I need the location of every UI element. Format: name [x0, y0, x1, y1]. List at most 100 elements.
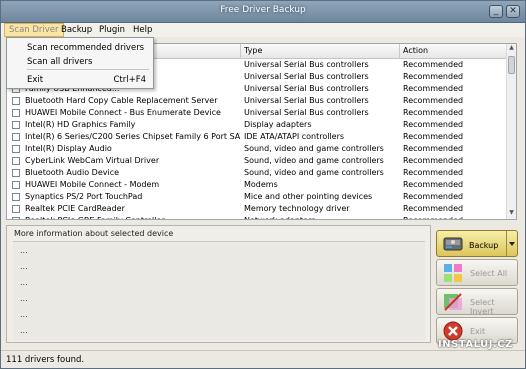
cell-type: Sound, video and game controllers [244, 156, 384, 165]
table-row[interactable]: HUAWEI Mobile Connect - Bus Enumerate De… [7, 107, 507, 119]
cell-action: Recommended [403, 215, 503, 219]
cell-name: Bluetooth Audio Device [25, 168, 120, 177]
chevron-down-icon [509, 242, 515, 246]
cell-action: Recommended [403, 156, 464, 165]
scroll-down-icon[interactable]: ▼ [507, 209, 516, 219]
scroll-up-icon[interactable]: ▲ [507, 44, 516, 54]
close-button[interactable]: ✕ [506, 5, 520, 18]
menu-item-shortcut: Ctrl+F4 [113, 75, 146, 85]
backup-dropdown-toggle[interactable] [506, 231, 517, 256]
row-checkbox[interactable] [12, 157, 20, 165]
menu-separator [27, 69, 149, 70]
menu-scan-driver[interactable]: Scan Driver [4, 23, 64, 37]
table-row[interactable]: CyberLink WebCam Virtual Driver Sound, vi… [7, 155, 507, 167]
cell-action: Recommended [403, 96, 464, 105]
device-info-panel: More information about selected device .… [6, 225, 431, 343]
cell-action: Recommended [403, 192, 464, 201]
column-separator [399, 44, 400, 59]
cell-action: Recommended [403, 168, 464, 177]
table-row[interactable]: Intel(R) Display Audio Sound, video and g… [7, 143, 507, 155]
hard-drive-icon [443, 237, 463, 251]
info-panel-title: More information about selected device [14, 229, 174, 238]
table-row[interactable]: HUAWEI Mobile Connect - Modem Modems Recom… [7, 179, 507, 191]
cell-name: HUAWEI Mobile Connect - Modem [25, 180, 160, 189]
table-row[interactable]: Bluetooth Hard Copy Cable Replacement Se… [7, 95, 507, 107]
app-window: Free Driver Backup _ ✕ Scan Driver Backu… [0, 0, 526, 369]
backup-button[interactable]: Backup [436, 230, 518, 257]
cell-type: Display adapters [244, 120, 312, 129]
close-circle-icon [443, 321, 463, 341]
status-text: 111 drivers found. [6, 355, 85, 365]
cell-type: Sound, video and game controllers [244, 144, 384, 153]
select-invert-label: Select Invert [470, 298, 495, 316]
cell-name: Intel(R) 6 Series/C200 Series Chipset Fa… [25, 132, 240, 141]
menu-item-label: Scan all drivers [27, 57, 93, 67]
minimize-button[interactable]: _ [489, 5, 503, 18]
row-checkbox[interactable] [12, 121, 20, 129]
cell-name: Intel(R) HD Graphics Family [25, 120, 136, 129]
cell-name: HUAWEI Mobile Connect - Bus Enumerate De… [25, 108, 221, 117]
invert-selection-icon [444, 293, 462, 311]
table-row[interactable]: Bluetooth Audio Device Sound, video and g… [7, 167, 507, 179]
table-row[interactable]: Realtek PCIE CardReader Memory technology… [7, 203, 507, 215]
info-line: ... [20, 310, 28, 319]
cell-type: Universal Serial Bus controllers [244, 96, 369, 105]
select-all-label: Select All [470, 269, 508, 278]
table-row[interactable]: Synaptics PS/2 Port TouchPad Mice and oth… [7, 191, 507, 203]
cell-action: Recommended [403, 204, 464, 213]
menu-plugin[interactable]: Plugin [95, 23, 129, 37]
row-checkbox[interactable] [12, 169, 20, 177]
cell-action: Recommended [403, 120, 464, 129]
cell-name: Synaptics PS/2 Port TouchPad [25, 192, 143, 201]
column-separator [240, 44, 241, 59]
menu-backup[interactable]: Backup [57, 23, 96, 37]
row-checkbox[interactable] [12, 181, 20, 189]
info-line: ... [20, 246, 28, 255]
select-invert-button[interactable]: Select Invert [436, 288, 518, 316]
scroll-thumb[interactable] [508, 56, 515, 74]
info-line: ... [20, 278, 28, 287]
cell-name: CyberLink WebCam Virtual Driver [25, 156, 160, 165]
row-checkbox[interactable] [12, 97, 20, 105]
cell-type: Universal Serial Bus controllers [244, 84, 369, 93]
vertical-scrollbar[interactable]: ▲ ▼ [506, 44, 516, 219]
menu-item-label: Scan recommended drivers [27, 43, 145, 53]
cell-type: Mice and other pointing devices [244, 192, 373, 201]
column-header-action[interactable]: Action [403, 46, 428, 55]
row-checkbox[interactable] [12, 193, 20, 201]
row-checkbox[interactable] [12, 133, 20, 141]
table-row[interactable]: Intel(R) 6 Series/C200 Series Chipset Fa… [7, 131, 507, 143]
table-row[interactable]: Realtek PCIe GBE Family Controller Networ… [7, 215, 507, 219]
row-checkbox[interactable] [12, 109, 20, 117]
menu-help[interactable]: Help [129, 23, 156, 37]
watermark-logo: INSTALUJ.CZ [438, 339, 513, 350]
menu-item-scan-recommended[interactable]: Scan recommended drivers [8, 41, 152, 55]
grid-squares-icon [444, 264, 462, 282]
cell-type: Modems [244, 180, 278, 189]
menu-item-exit[interactable]: Exit Ctrl+F4 [8, 73, 152, 87]
cell-type: Sound, video and game controllers [244, 168, 384, 177]
scan-driver-dropdown: Scan recommended drivers Scan all driver… [6, 37, 154, 89]
table-row[interactable]: Intel(R) HD Graphics Family Display adapt… [7, 119, 507, 131]
cell-type: Memory technology driver [244, 204, 350, 213]
column-header-type[interactable]: Type [244, 46, 262, 55]
exit-button-label: Exit [470, 327, 486, 336]
row-checkbox[interactable] [12, 145, 20, 153]
cell-name: Realtek PCIe GBE Family Controller [25, 215, 240, 219]
cell-action: Recommended [403, 108, 464, 117]
info-panel-body: ... ... ... ... ... ... [13, 241, 425, 340]
row-checkbox[interactable] [12, 217, 20, 219]
cell-name: Realtek PCIE CardReader [25, 204, 125, 213]
cell-type: IDE ATA/ATAPI controllers [244, 132, 345, 141]
menu-bar: Scan Driver Backup Plugin Help [1, 23, 525, 37]
select-all-button[interactable]: Select All [436, 259, 518, 286]
cell-name: Bluetooth Hard Copy Cable Replacement Se… [25, 96, 218, 105]
window-title: Free Driver Backup [220, 5, 306, 15]
menu-item-scan-all[interactable]: Scan all drivers [8, 55, 152, 69]
cell-action: Recommended [403, 180, 464, 189]
cell-action: Recommended [403, 132, 464, 141]
info-line: ... [20, 326, 28, 335]
cell-type: Universal Serial Bus controllers [244, 108, 369, 117]
cell-action: Recommended [403, 84, 464, 93]
row-checkbox[interactable] [12, 205, 20, 213]
